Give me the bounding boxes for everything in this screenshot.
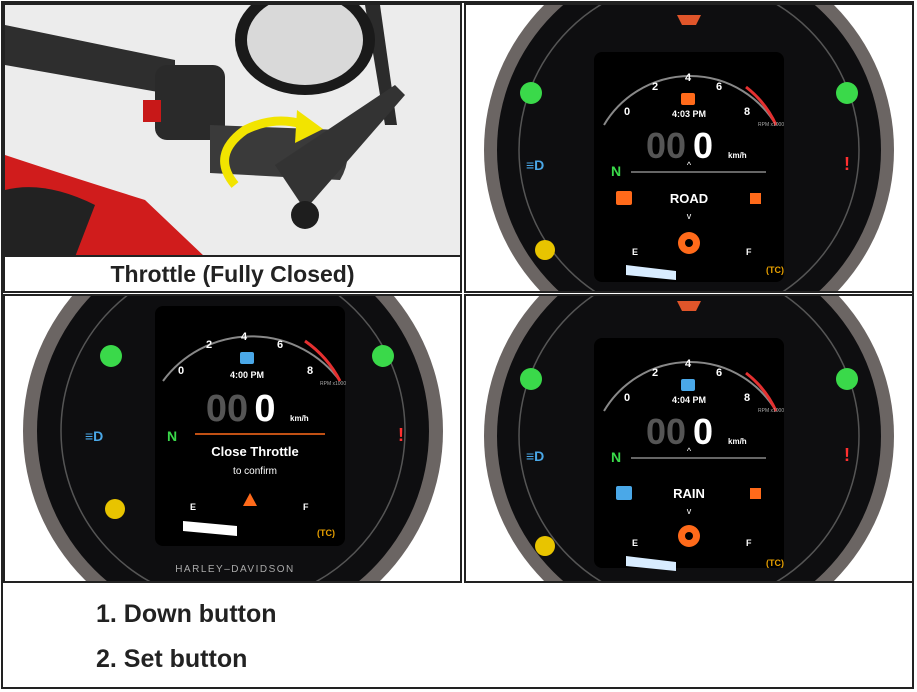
- speed-value: 0: [693, 125, 713, 166]
- rpm-tick: 0: [624, 106, 630, 118]
- abs-icon: [535, 240, 555, 260]
- photo-caption: Throttle (Fully Closed): [5, 255, 460, 291]
- throttle-photo: [5, 5, 460, 257]
- clock: 4:00 PM: [230, 370, 264, 380]
- close-throttle-title: Close Throttle: [211, 444, 298, 459]
- warning-icon: !: [844, 154, 850, 174]
- mode-indicator: [750, 488, 761, 499]
- dash-road: 0 2 4 6 8 RPM x1000 4:03 PM 00 0 km/h N …: [484, 5, 894, 291]
- rpm-tick: 4: [685, 358, 692, 370]
- right-turn-icon: [836, 82, 858, 104]
- rpm-tick: 0: [178, 365, 184, 377]
- clock: 4:03 PM: [672, 109, 706, 119]
- display-close-throttle-panel: 0 2 4 6 8 RPM x1000 4:00 PM 00 0 km/h N …: [3, 294, 462, 583]
- rpm-tick: 4: [685, 72, 692, 84]
- rpm-tick: 0: [624, 392, 630, 404]
- traction-control-icon: (TC): [317, 528, 335, 538]
- lever-pivot: [291, 201, 319, 229]
- bezel-brand: HARLEY–DAVIDSON: [175, 564, 295, 575]
- gear-indicator: N: [611, 163, 621, 179]
- left-turn-icon: [520, 82, 542, 104]
- fuel-full: F: [746, 247, 752, 257]
- rpm-tick: 2: [652, 367, 658, 379]
- speed-unit: km/h: [290, 414, 309, 423]
- rpm-tick: 8: [744, 106, 750, 118]
- tft-screen: [155, 306, 345, 546]
- road-mode-icon: [681, 93, 695, 105]
- headlight-icon: ≡D: [526, 157, 544, 173]
- headlight-icon: ≡D: [526, 448, 544, 464]
- rpm-tick: 6: [716, 367, 722, 379]
- display-road-panel: 0 2 4 6 8 RPM x1000 4:03 PM 00 0 km/h N …: [464, 3, 914, 293]
- ride-mode: RAIN: [673, 486, 705, 501]
- step-down-button: 1. Down button: [96, 600, 277, 628]
- rain-mode-icon: [681, 379, 695, 391]
- speed-value: 0: [254, 388, 275, 430]
- fuel-full: F: [303, 502, 309, 512]
- step-set-button: 2. Set button: [96, 645, 248, 673]
- rpm-unit: RPM x1000: [320, 381, 346, 387]
- mode-indicator: [750, 193, 761, 204]
- ride-mode: ROAD: [670, 191, 708, 206]
- rpm-tick: 6: [277, 339, 283, 351]
- speed-placeholder: 00: [646, 125, 686, 166]
- fuel-empty: E: [632, 247, 638, 257]
- rpm-tick: 2: [206, 339, 212, 351]
- speed-unit: km/h: [728, 437, 747, 446]
- dash-close-throttle: 0 2 4 6 8 RPM x1000 4:00 PM 00 0 km/h N …: [23, 296, 443, 581]
- abs-icon: [105, 499, 125, 519]
- rain-icon: [616, 486, 632, 500]
- rpm-unit: RPM x1000: [758, 408, 784, 414]
- dash-rain: 0 2 4 6 8 RPM x1000 4:04 PM 00 0 km/h N …: [484, 296, 894, 581]
- clock: 4:04 PM: [672, 395, 706, 405]
- left-turn-icon: [520, 368, 542, 390]
- right-turn-icon: [372, 345, 394, 367]
- step-list: 1. Down button 2. Set button: [96, 592, 277, 682]
- rpm-tick: 8: [744, 392, 750, 404]
- speed-value: 0: [693, 411, 713, 452]
- warning-icon: !: [844, 445, 850, 465]
- rpm-tick: 8: [307, 365, 313, 377]
- chevron-down-icon: v: [687, 506, 692, 516]
- fuel-empty: E: [190, 502, 196, 512]
- headlight-icon: ≡D: [85, 428, 103, 444]
- close-throttle-subtitle: to confirm: [233, 466, 277, 477]
- gear-indicator: N: [167, 428, 177, 444]
- rpm-tick: 4: [241, 331, 248, 343]
- speed-placeholder: 00: [646, 411, 686, 452]
- mode-icon: [240, 352, 254, 364]
- rpm-tick: 2: [652, 81, 658, 93]
- right-turn-icon: [836, 368, 858, 390]
- fuel-full: F: [746, 538, 752, 548]
- road-icon: [616, 191, 632, 205]
- throttle-photo-panel: Throttle (Fully Closed): [3, 3, 462, 293]
- rpm-tick: 6: [716, 81, 722, 93]
- abs-icon: [535, 536, 555, 556]
- traction-control-icon: (TC): [766, 558, 784, 568]
- gear-indicator: N: [611, 449, 621, 465]
- kill-switch: [143, 100, 161, 122]
- fuel-empty: E: [632, 538, 638, 548]
- left-turn-icon: [100, 345, 122, 367]
- speed-unit: km/h: [728, 151, 747, 160]
- traction-control-icon: (TC): [766, 265, 784, 275]
- rpm-unit: RPM x1000: [758, 122, 784, 128]
- warning-icon: !: [398, 425, 404, 445]
- speed-placeholder: 00: [206, 388, 248, 430]
- chevron-down-icon: v: [687, 211, 692, 221]
- display-rain-panel: 0 2 4 6 8 RPM x1000 4:04 PM 00 0 km/h N …: [464, 294, 914, 583]
